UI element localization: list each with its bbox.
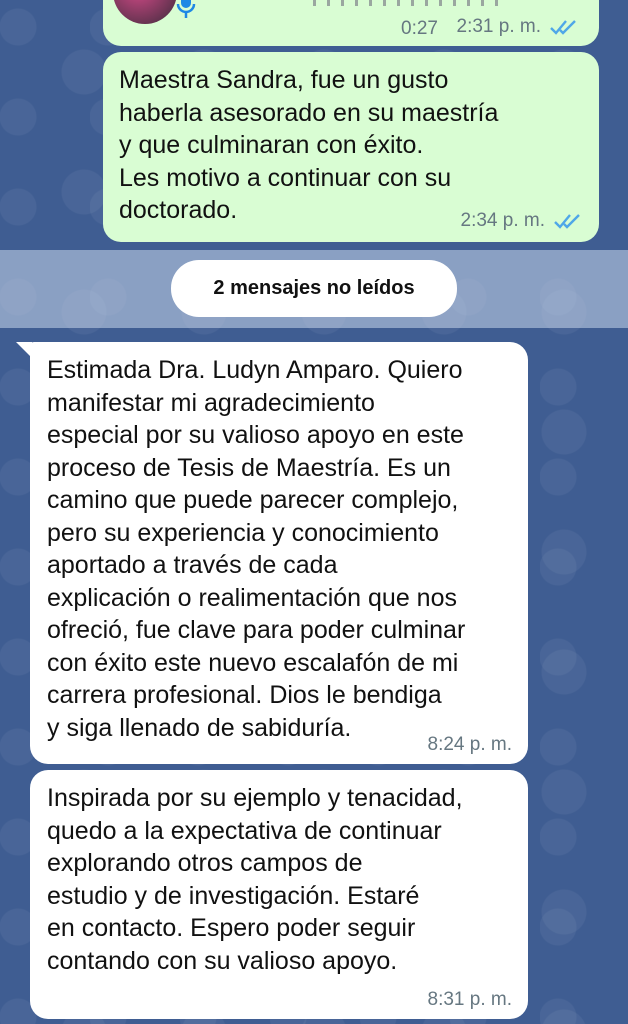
message-meta: 8:24 p. m. — [428, 734, 513, 756]
voice-waveform — [313, 0, 498, 6]
double-check-icon — [554, 214, 580, 229]
message-meta: 8:31 p. m. — [428, 989, 513, 1011]
voice-message-bubble[interactable]: 0:27 2:31 p. m. — [103, 0, 599, 46]
message-time: 8:31 p. m. — [427, 989, 513, 1010]
double-check-icon — [550, 20, 576, 35]
message-time: 2:34 p. m. — [460, 210, 546, 231]
microphone-icon — [176, 0, 196, 18]
incoming-message-bubble[interactable]: Inspirada por su ejemplo y tenacidad, qu… — [30, 770, 528, 1019]
outgoing-message-bubble[interactable]: Maestra Sandra, fue un gusto haberla ase… — [103, 52, 599, 242]
message-text: Maestra Sandra, fue un gusto haberla ase… — [119, 66, 499, 224]
message-meta: 2:31 p. m. — [457, 16, 580, 38]
unread-messages-banner: 2 mensajes no leídos — [171, 260, 457, 317]
message-time: 2:31 p. m. — [456, 16, 542, 37]
voice-duration: 0:27 — [401, 18, 438, 39]
message-text: Inspirada por su ejemplo y tenacidad, qu… — [47, 784, 463, 975]
message-text: Estimada Dra. Ludyn Amparo. Quiero manif… — [47, 356, 466, 742]
incoming-message-bubble[interactable]: Estimada Dra. Ludyn Amparo. Quiero manif… — [30, 342, 528, 764]
sender-avatar — [113, 0, 177, 24]
message-meta: 2:34 p. m. — [461, 210, 584, 232]
message-time: 8:24 p. m. — [427, 734, 513, 755]
